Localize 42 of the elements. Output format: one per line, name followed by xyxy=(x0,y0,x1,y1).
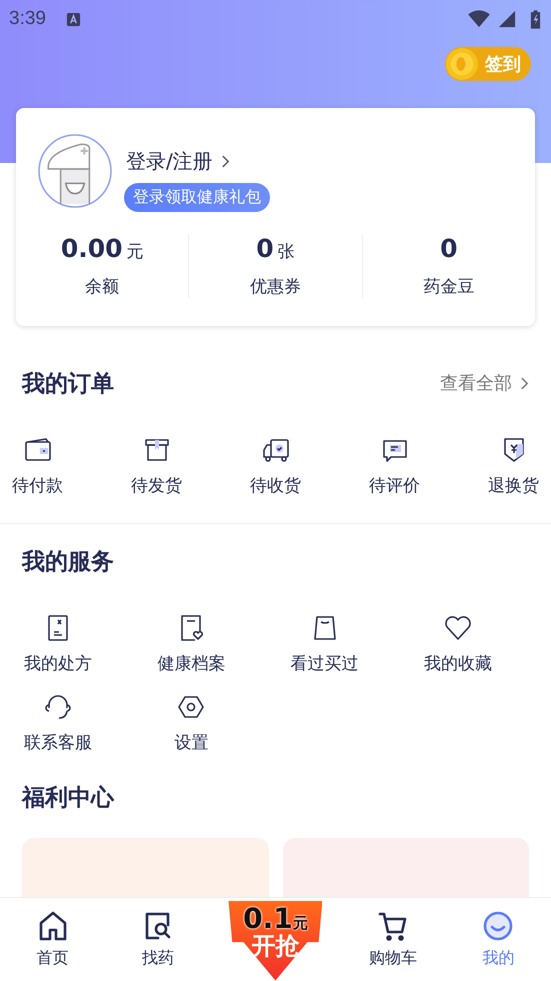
home-icon xyxy=(36,910,69,942)
order-status-item[interactable]: 待发货 xyxy=(131,434,182,497)
service-item[interactable]: 我的处方 xyxy=(8,612,108,675)
stat-unit: 张 xyxy=(278,241,295,263)
stat-value: 0 xyxy=(256,234,274,263)
section-title: 我的服务 xyxy=(22,548,114,576)
service-item[interactable]: 设置 xyxy=(141,691,242,754)
nav-tab[interactable]: 首页 xyxy=(18,910,88,969)
order-status-item[interactable]: 待收货 xyxy=(250,434,301,497)
login-link[interactable]: 登录/注册 xyxy=(126,148,230,175)
order-status-item[interactable]: 退换货 xyxy=(488,434,539,497)
service-item[interactable]: 健康档案 xyxy=(141,612,242,675)
service-item[interactable]: 联系客服 xyxy=(8,691,108,754)
nav-tab[interactable]: 我的 xyxy=(463,910,534,969)
nav-tab[interactable]: 购物车 xyxy=(358,910,428,969)
promo-badge[interactable]: 0.1元 开抢 xyxy=(228,900,322,980)
stat-unit: 元 xyxy=(126,241,144,263)
nav-tab[interactable]: 找药 xyxy=(123,910,194,969)
service-item[interactable]: 看过买过 xyxy=(274,612,374,675)
promo-tooltip: 登录领取健康礼包 xyxy=(124,183,270,212)
chevron-right-icon xyxy=(520,376,529,390)
view-all-link[interactable]: 查看全部 xyxy=(440,371,529,395)
service-item[interactable]: 我的收藏 xyxy=(408,612,508,675)
cart-icon xyxy=(376,910,409,942)
wifi-icon xyxy=(468,10,490,28)
section-title: 我的订单 xyxy=(22,370,114,398)
coin-icon xyxy=(445,47,479,81)
stat-label: 优惠券 xyxy=(250,276,301,298)
stat-value: 0 xyxy=(440,234,458,263)
section-title: 福利中心 xyxy=(22,784,114,812)
chevron-right-icon xyxy=(220,154,230,169)
order-status-item[interactable]: 待评价 xyxy=(369,434,420,497)
avatar-icon xyxy=(38,134,112,208)
stat-label: 药金豆 xyxy=(423,276,474,298)
smile-icon xyxy=(482,910,514,942)
stat-label: 余额 xyxy=(85,276,120,298)
stat-value: 0.00 xyxy=(60,234,122,263)
status-time: 3:39 xyxy=(9,8,46,30)
order-status-item[interactable]: 待付款 xyxy=(12,434,63,497)
notification-icon xyxy=(66,12,81,26)
battery-icon xyxy=(530,8,541,30)
signal-icon xyxy=(496,10,518,28)
